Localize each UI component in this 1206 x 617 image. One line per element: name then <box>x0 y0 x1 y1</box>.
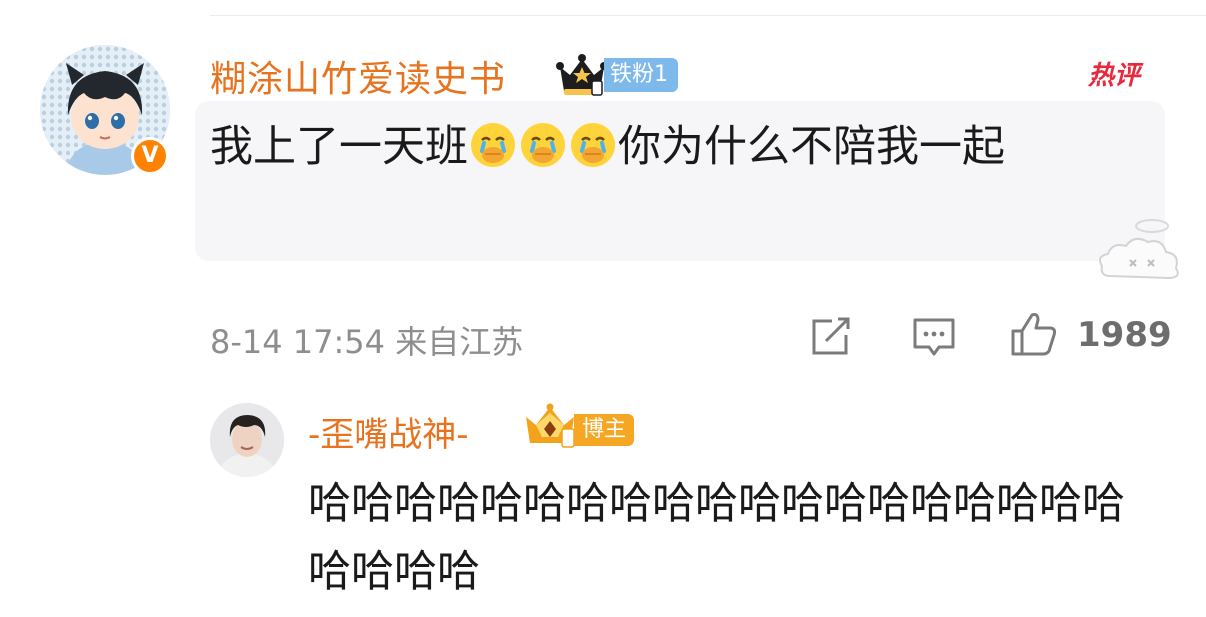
blogger-badge: 博主 <box>574 414 635 446</box>
share-icon[interactable] <box>810 317 852 357</box>
hot-comment-badge: 热评 <box>1088 61 1141 91</box>
reply-avatar[interactable] <box>210 403 284 477</box>
reply-text: 哈哈哈哈哈哈哈哈哈哈哈哈哈哈哈哈哈哈哈哈哈哈哈 <box>308 479 1125 597</box>
vip-crown-icon <box>526 403 575 448</box>
top-divider <box>210 15 1206 16</box>
like-count: 1989 <box>1077 315 1172 355</box>
comment-text: 我上了一天班 你为什么不陪我一起 <box>210 112 1140 182</box>
comment-icon[interactable] <box>912 317 956 357</box>
crying-face-emoji-icon <box>471 123 515 167</box>
comment-text-part1: 我上了一天班 <box>210 122 468 172</box>
crying-face-emoji-icon <box>521 123 565 167</box>
crying-face-emoji-icon <box>571 123 615 167</box>
like-icon[interactable] <box>1010 311 1058 357</box>
reply-username[interactable]: -歪嘴战神- <box>308 407 469 456</box>
fan-badge: 铁粉1 <box>604 58 678 92</box>
comment-meta: 8-14 17:54 来自江苏 <box>210 323 524 361</box>
comment-username[interactable]: 糊涂山竹爱读史书 <box>210 50 506 102</box>
ghost-decoration-icon <box>1099 219 1179 280</box>
verified-icon: V <box>131 137 169 175</box>
crown-icon <box>556 54 608 96</box>
comment-text-part2: 你为什么不陪我一起 <box>618 122 1005 172</box>
